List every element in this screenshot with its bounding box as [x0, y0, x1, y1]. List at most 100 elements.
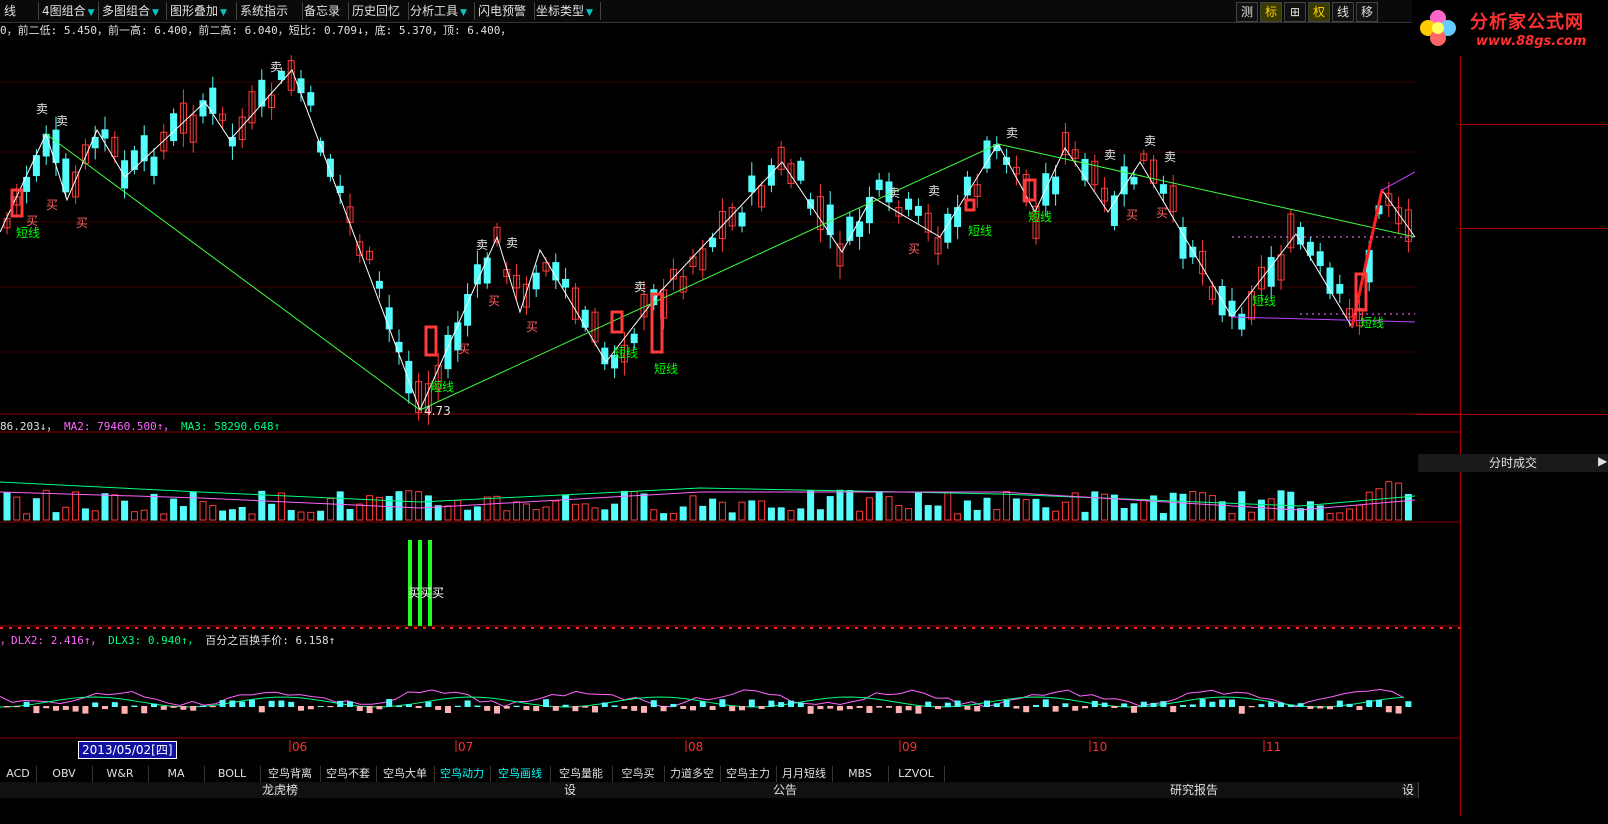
tick-list-header[interactable]: 分时成交	[1418, 454, 1608, 472]
sell-label: 卖	[1144, 134, 1157, 148]
buy-label: 买	[1126, 208, 1139, 222]
grid-icon[interactable]: ⊞	[1284, 2, 1306, 22]
sell-label: 卖	[36, 102, 49, 116]
tick-row	[1460, 804, 1608, 824]
sell-label: 卖	[928, 184, 941, 198]
indicator-tab[interactable]: 空鸟动力	[434, 766, 491, 782]
buy-label: 买	[488, 294, 501, 308]
indicator-tab[interactable]: 空鸟大单	[376, 766, 435, 782]
toolbar-item-analysis[interactable]: 分析工具 ▼	[406, 2, 475, 20]
tick-row	[1460, 496, 1608, 516]
toolbar-item-axis-type[interactable]: 坐标类型 ▼	[532, 2, 601, 20]
tick-row	[1460, 540, 1608, 560]
toolbar-label: 闪电预警	[478, 4, 527, 18]
indicator-tab[interactable]: OBV	[36, 766, 93, 782]
indicator-tab[interactable]: 月月短线	[776, 766, 833, 782]
indicator-tab[interactable]: 空鸟背离	[260, 766, 321, 782]
tick-row	[1460, 716, 1608, 736]
toolbar-item-multichart[interactable]: 多图组合 ▼	[98, 2, 167, 20]
toolbar-item-system[interactable]: 系统指示	[236, 2, 303, 20]
buy-label: 买	[526, 320, 539, 334]
month-label: 07	[458, 740, 474, 754]
quote-row	[1460, 356, 1608, 376]
month-label: 06	[292, 740, 308, 754]
indicator-tab[interactable]: W&R	[92, 766, 149, 782]
logo-url: www.88gs.com	[1476, 34, 1587, 49]
buy-label: 买	[908, 242, 921, 256]
toolbar-label: 历史回忆	[352, 4, 401, 18]
dragon-tiger-list-tab[interactable]: 龙虎榜	[0, 782, 561, 798]
toolbar-label: 线	[4, 4, 17, 18]
short-line-label: 短线	[1252, 294, 1277, 308]
indicator-tab[interactable]: 空鸟不套	[320, 766, 377, 782]
announcement-tab[interactable]: 公告	[580, 782, 991, 798]
indicator-tab[interactable]: 空鸟画线	[490, 766, 551, 782]
sell-label: 卖	[1164, 150, 1177, 164]
buy-label: 买	[1156, 206, 1169, 220]
indicator-tab[interactable]: 力道多空	[664, 766, 721, 782]
tick-row	[1460, 782, 1608, 802]
indicator-tab[interactable]: 空鸟买	[612, 766, 665, 782]
dropdown-arrow-icon: ▼	[220, 8, 227, 18]
quote-row	[1460, 335, 1608, 355]
toolbar-label: 图形叠加	[170, 4, 219, 18]
sell-label: 卖	[56, 114, 69, 128]
signal-label-layer: 卖卖卖卖卖卖卖卖卖卖卖卖买买买买买买买买买短线 短线 短线 短线 短线 短线 短线 短线 4.7…	[0, 22, 1460, 770]
indicator-tab[interactable]: 空鸟量能	[550, 766, 613, 782]
month-label: 11	[1266, 740, 1282, 754]
toolbar-btn-rights[interactable]: 权	[1308, 2, 1330, 22]
sell-label: 卖	[1104, 148, 1117, 162]
toolbar-label: 系统指示	[240, 4, 289, 18]
toolbar-item-line[interactable]: 线	[0, 2, 39, 20]
quote-row	[1460, 398, 1608, 418]
settings-button[interactable]: 设	[560, 782, 581, 798]
quote-row	[1460, 272, 1608, 292]
research-report-tab[interactable]: 研究报告	[990, 782, 1399, 798]
indicator-tab[interactable]: 空鸟主力	[720, 766, 777, 782]
logo-title: 分析家公式网	[1470, 12, 1584, 33]
toolbar-btn-measure[interactable]: 测	[1236, 2, 1258, 22]
kline-chart-area[interactable]: 0，前二低: 5.450，前一高: 6.400，前二高: 6.040，短比: 0…	[0, 22, 1460, 770]
toolbar-item-alert[interactable]: 闪电预警	[474, 2, 535, 20]
settings-button[interactable]: 设	[1398, 782, 1419, 798]
sell-label-row	[1460, 84, 1608, 104]
tick-row	[1460, 562, 1608, 582]
low-price-label: 4.73	[424, 404, 451, 418]
tick-row	[1460, 584, 1608, 604]
sell-label: 卖	[506, 236, 519, 250]
toolbar-item-memo[interactable]: 备忘录	[300, 2, 349, 20]
buy-label: 买	[458, 342, 471, 356]
buy-label-row	[1460, 188, 1608, 208]
sell-label: 卖	[634, 280, 647, 294]
signal-text: 买买买	[408, 586, 445, 600]
buy-row	[1460, 128, 1608, 148]
sell-label: 卖	[270, 60, 283, 74]
month-label: 09	[902, 740, 918, 754]
month-label: 08	[688, 740, 704, 754]
chevron-right-icon[interactable]: ▶	[1598, 454, 1607, 468]
indicator-tab[interactable]: MBS	[832, 766, 889, 782]
indicator-tab[interactable]: ACD	[0, 766, 37, 782]
quote-row	[1460, 377, 1608, 397]
indicator-tab[interactable]: MA	[148, 766, 205, 782]
indicator-tab[interactable]: BOLL	[204, 766, 261, 782]
toolbar-btn-line[interactable]: 线	[1332, 2, 1354, 22]
toolbar-item-overlay[interactable]: 图形叠加 ▼	[166, 2, 237, 20]
dropdown-arrow-icon: ▼	[586, 8, 593, 18]
short-line-label: 短线	[1360, 316, 1385, 330]
quote-row	[1460, 251, 1608, 271]
month-axis: 06 07 08 09 10 11	[0, 740, 1460, 758]
indicator-tab[interactable]: LZVOL	[888, 766, 945, 782]
dropdown-arrow-icon: ▼	[87, 8, 95, 18]
toolbar-item-4chart[interactable]: 4图组合 ▼	[38, 2, 99, 20]
toolbar-btn-move[interactable]: 移	[1356, 2, 1378, 22]
sell-label: 卖	[888, 186, 901, 200]
tick-row	[1460, 628, 1608, 648]
tick-row	[1460, 650, 1608, 670]
dropdown-arrow-icon: ▼	[460, 8, 467, 18]
toolbar-item-history[interactable]: 历史回忆	[348, 2, 409, 20]
toolbar-btn-mark[interactable]: 标	[1260, 2, 1282, 22]
month-label: 10	[1092, 740, 1108, 754]
quote-row	[1460, 314, 1608, 334]
short-line-label: 短线	[654, 362, 679, 376]
